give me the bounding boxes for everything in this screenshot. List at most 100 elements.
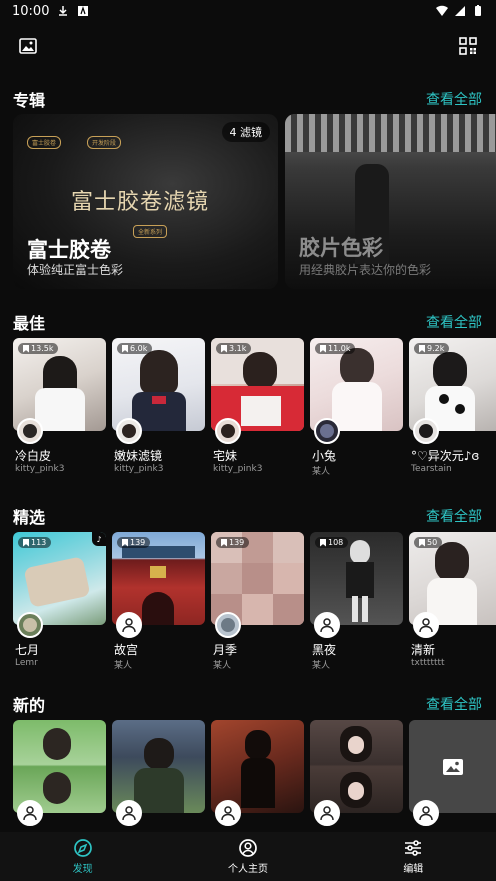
- filter-author: 某人: [312, 467, 331, 477]
- user-icon: [122, 806, 136, 821]
- usage-count-badge: 108: [315, 537, 349, 548]
- qr-code-icon: [459, 37, 477, 55]
- avatar[interactable]: [116, 612, 142, 638]
- avatar[interactable]: [314, 418, 340, 444]
- tiktok-icon: ♪: [92, 532, 106, 546]
- album-tag-left: 富士胶卷: [27, 136, 62, 149]
- user-icon: [221, 806, 235, 821]
- avatar[interactable]: [215, 418, 241, 444]
- album-title: 富士胶卷: [27, 238, 111, 262]
- signal-icon: [455, 6, 465, 16]
- bookmark-icon: [23, 538, 29, 547]
- gallery-button[interactable]: [16, 34, 40, 58]
- nav-discover-label: 发现: [72, 864, 93, 875]
- qr-scan-button[interactable]: [456, 34, 480, 58]
- avatar[interactable]: [116, 800, 142, 826]
- album-tag-right: 开发阶段: [87, 136, 122, 149]
- filter-thumbnail: [310, 720, 403, 813]
- album-subtitle: 用经典胶片表达你的色彩: [299, 263, 432, 277]
- album-subtitle: 体验纯正富士色彩: [27, 263, 124, 277]
- filter-author: Lemr: [15, 658, 38, 668]
- filter-name: 月季: [213, 643, 238, 657]
- section-title-new: 新的: [13, 696, 46, 715]
- status-time: 10:00: [12, 3, 50, 19]
- usage-count-badge: 11.0k: [315, 343, 356, 354]
- filter-count-badge: 4 滤镜: [221, 122, 270, 142]
- user-icon: [320, 618, 334, 633]
- sliders-icon: [405, 840, 422, 856]
- filter-author: txttttttt: [411, 658, 445, 668]
- album-card-fuji[interactable]: 富士胶卷 开发阶段 富士胶卷滤镜 全新系列 4 滤镜 富士胶卷 体验纯正富士色彩: [13, 114, 278, 289]
- bookmark-icon: [320, 344, 326, 353]
- filter-thumbnail: [409, 720, 496, 813]
- album-card-film[interactable]: 胶片色彩 用经典胶片表达你的色彩: [285, 114, 496, 289]
- user-circle-icon: [239, 839, 257, 857]
- bottom-navigation: 发现 个人主页 编辑: [0, 832, 496, 881]
- album-overlay-text: 富士胶卷滤镜: [71, 190, 210, 215]
- avatar[interactable]: [17, 418, 43, 444]
- filter-name: 故宫: [114, 643, 139, 657]
- album-tag-series: 全新系列: [133, 225, 168, 238]
- avatar[interactable]: [215, 800, 241, 826]
- filter-author: kitty_pink3: [114, 464, 164, 474]
- avatar[interactable]: [413, 612, 439, 638]
- filter-author: 某人: [312, 661, 331, 671]
- filter-name: 七月: [15, 643, 40, 657]
- nav-edit[interactable]: 编辑: [331, 832, 496, 881]
- nav-discover[interactable]: 发现: [0, 832, 165, 881]
- avatar[interactable]: [17, 800, 43, 826]
- nav-profile-label: 个人主页: [227, 864, 268, 875]
- bookmark-icon: [221, 538, 227, 547]
- bookmark-icon: [122, 538, 128, 547]
- download-icon: [59, 6, 68, 16]
- filter-name: 宅妹: [213, 449, 238, 463]
- nav-edit-label: 编辑: [403, 864, 424, 875]
- bookmark-icon: [23, 344, 29, 353]
- filter-name: 冷白皮: [15, 449, 52, 463]
- usage-count-badge: 3.1k: [216, 343, 252, 354]
- compass-icon: [73, 839, 92, 857]
- usage-count-badge: 9.2k: [414, 343, 450, 354]
- nav-profile[interactable]: 个人主页: [165, 832, 330, 881]
- avatar[interactable]: [314, 800, 340, 826]
- view-all-new-link[interactable]: 查看全部: [426, 694, 482, 714]
- view-all-featured-link[interactable]: 查看全部: [426, 506, 482, 526]
- view-all-best-link[interactable]: 查看全部: [426, 312, 482, 332]
- usage-count-badge: 50: [414, 537, 443, 548]
- filter-author: kitty_pink3: [213, 464, 263, 474]
- filter-thumbnail: [13, 720, 106, 813]
- image-icon: [19, 38, 37, 54]
- bookmark-icon: [419, 344, 425, 353]
- filter-author: Tearstain: [411, 464, 452, 474]
- section-title-albums: 专辑: [13, 91, 46, 110]
- user-icon: [419, 618, 433, 633]
- filter-author: 某人: [114, 661, 133, 671]
- bookmark-icon: [122, 344, 128, 353]
- avatar[interactable]: [116, 418, 142, 444]
- view-all-albums-link[interactable]: 查看全部: [426, 89, 482, 109]
- notification-icon: [78, 6, 89, 16]
- bookmark-icon: [221, 344, 227, 353]
- avatar[interactable]: [17, 612, 43, 638]
- filter-name: °♡异次元♪ɞ: [411, 449, 480, 463]
- filter-name: 黑夜: [312, 643, 337, 657]
- filter-thumbnail: [211, 720, 304, 813]
- usage-count-badge: 13.5k: [18, 343, 59, 354]
- filter-author: 某人: [213, 661, 232, 671]
- image-placeholder-icon: [442, 758, 463, 775]
- avatar[interactable]: [215, 612, 241, 638]
- filter-author: kitty_pink3: [15, 464, 65, 474]
- filter-name: 嫩妹滤镜: [114, 449, 163, 463]
- user-icon: [320, 806, 334, 821]
- user-icon: [419, 806, 433, 821]
- bookmark-icon: [419, 538, 425, 547]
- bookmark-icon: [320, 538, 326, 547]
- avatar[interactable]: [413, 800, 439, 826]
- user-icon: [122, 618, 136, 633]
- usage-count-badge: 6.0k: [117, 343, 153, 354]
- album-title: 胶片色彩: [299, 236, 383, 260]
- section-title-featured: 精选: [13, 508, 46, 527]
- avatar[interactable]: [413, 418, 439, 444]
- avatar[interactable]: [314, 612, 340, 638]
- usage-count-badge: 139: [216, 537, 250, 548]
